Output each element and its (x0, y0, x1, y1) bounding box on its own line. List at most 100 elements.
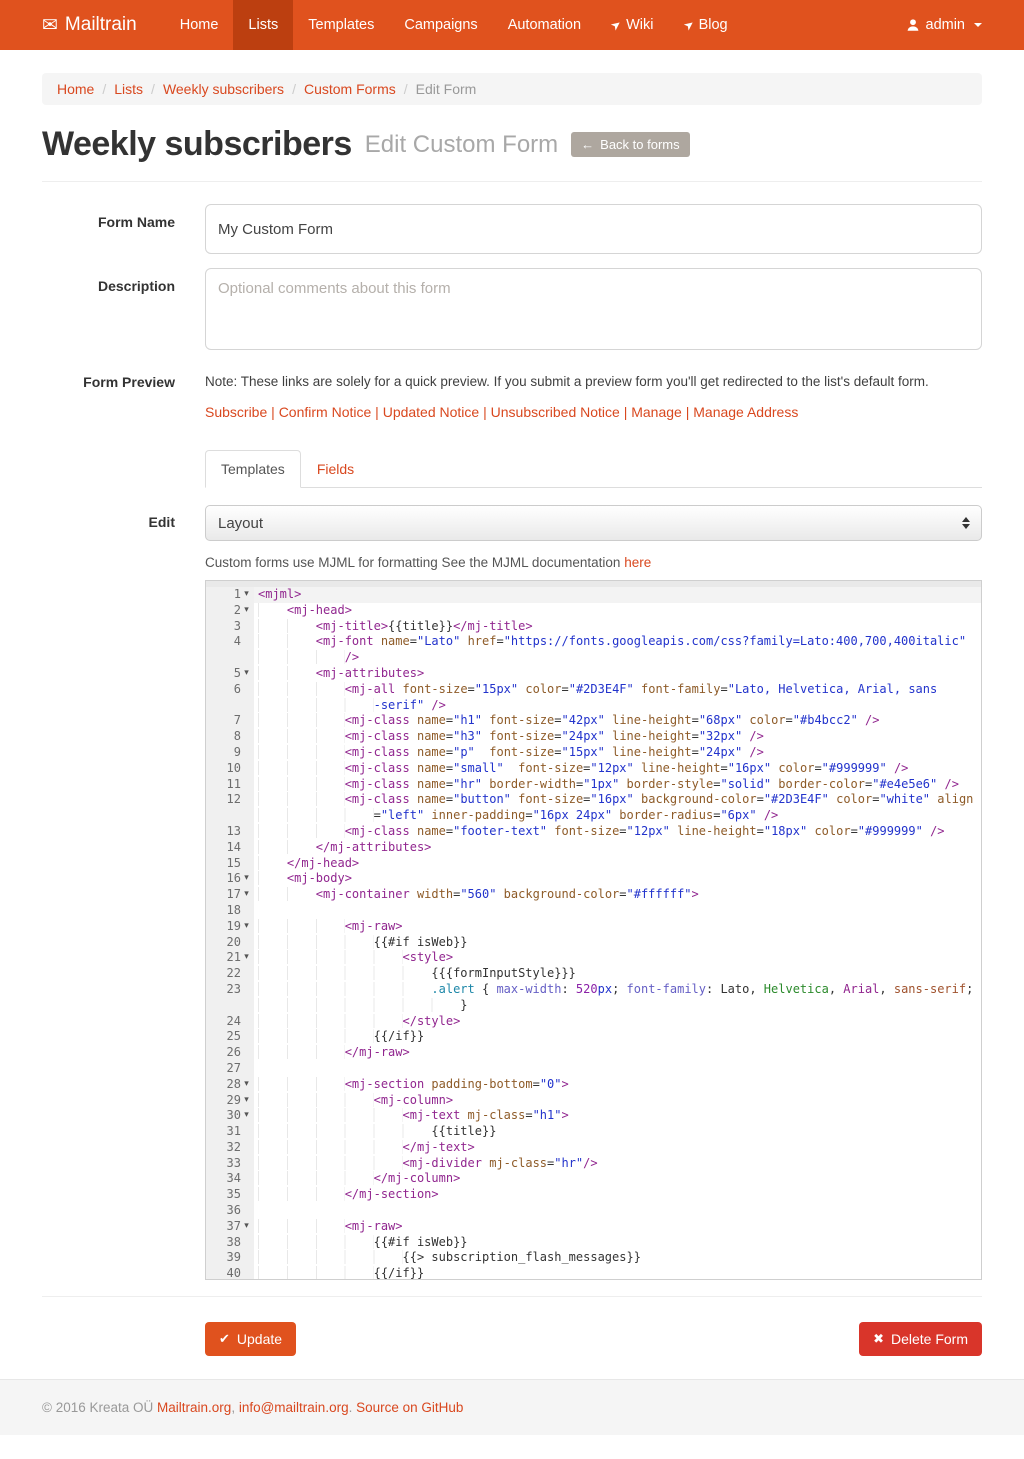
preview-note: Note: These links are solely for a quick… (205, 364, 982, 389)
code-row: 24 </style> (206, 1014, 981, 1030)
form-name-input[interactable] (205, 204, 982, 254)
code-row: 16▾ <mj-body> (206, 871, 981, 887)
description-textarea[interactable] (205, 268, 982, 350)
preview-link-updated-notice[interactable]: Updated Notice (371, 404, 479, 420)
form-preview-block: Note: These links are solely for a quick… (205, 364, 982, 420)
tab-templates[interactable]: Templates (205, 450, 301, 488)
action-bar: ✔ Update ✖ Delete Form (42, 1322, 982, 1356)
nav-item-campaigns[interactable]: Campaigns (389, 0, 492, 50)
fold-arrow-icon[interactable]: ▾ (241, 950, 252, 966)
envelope-icon: ✉ (42, 16, 58, 35)
code-row: 34 </mj-column> (206, 1171, 981, 1187)
fold-arrow-icon[interactable]: ▾ (241, 666, 252, 682)
fold-arrow-icon[interactable]: ▾ (241, 919, 252, 935)
nav-item-lists[interactable]: Lists (233, 0, 293, 50)
nav-item-automation[interactable]: Automation (493, 0, 596, 50)
user-icon (906, 18, 920, 32)
code-row: 10 <mj-class name="small" font-size="12p… (206, 761, 981, 777)
code-row: 27 (206, 1061, 981, 1077)
code-row: 32 </mj-text> (206, 1140, 981, 1156)
form-name-row: Form Name (42, 204, 982, 254)
edit-label: Edit (42, 505, 175, 541)
page-subtitle: Edit Custom Form (365, 131, 558, 159)
preview-link-subscribe[interactable]: Subscribe (205, 404, 267, 420)
back-to-forms-button[interactable]: ← Back to forms (571, 132, 689, 157)
edit-row: Edit Layout (42, 505, 982, 541)
brand-label: Mailtrain (65, 14, 137, 36)
fold-arrow-icon[interactable]: ▾ (241, 1077, 252, 1093)
code-row: 6 <mj-all font-size="15px" color="#2D3E4… (206, 682, 981, 698)
breadcrumb-custom-forms[interactable]: Custom Forms (284, 81, 396, 97)
forward-arrow-icon: ➤ (608, 16, 625, 33)
breadcrumb-lists[interactable]: Lists (94, 81, 143, 97)
preview-link-confirm-notice[interactable]: Confirm Notice (267, 404, 371, 420)
code-row: 22 {{{formInputStyle}}} (206, 966, 981, 982)
code-row: 15 </mj-head> (206, 856, 981, 872)
code-row: 4 <mj-font name="Lato" href="https://fon… (206, 634, 981, 650)
nav-menu: Home Lists Templates Campaigns Automatio… (165, 0, 743, 50)
code-row: 3 <mj-title>{{title}}</mj-title> (206, 619, 981, 635)
tab-fields[interactable]: Fields (301, 450, 370, 488)
code-row: 9 <mj-class name="p" font-size="15px" li… (206, 745, 981, 761)
fold-arrow-icon[interactable]: ▾ (241, 1219, 252, 1235)
code-row: 31 {{title}} (206, 1124, 981, 1140)
code-row: 28▾ <mj-section padding-bottom="0"> (206, 1077, 981, 1093)
brand-mailtrain[interactable]: ✉ Mailtrain (0, 0, 147, 50)
tab-bar: Templates Fields (205, 450, 982, 488)
code-row: 2▾ <mj-head> (206, 603, 981, 619)
fold-arrow-icon[interactable]: ▾ (241, 887, 252, 903)
user-menu[interactable]: admin (891, 0, 1024, 50)
select-carets-icon (962, 517, 970, 529)
breadcrumb-weekly-subscribers[interactable]: Weekly subscribers (143, 81, 284, 97)
email-link[interactable]: info@mailtrain.org (239, 1400, 349, 1415)
code-row: 40 {{/if}} (206, 1266, 981, 1280)
code-row: 17▾ <mj-container width="560" background… (206, 887, 981, 903)
form-preview-row: Form Preview Note: These links are solel… (42, 364, 982, 420)
code-row: 11 <mj-class name="hr" border-width="1px… (206, 777, 981, 793)
fold-arrow-icon[interactable]: ▾ (241, 603, 252, 619)
description-label: Description (42, 268, 175, 350)
x-icon: ✖ (873, 1331, 884, 1347)
divider (42, 181, 982, 182)
breadcrumb-home[interactable]: Home (57, 81, 94, 97)
code-row: 36 (206, 1203, 981, 1219)
nav-item-blog[interactable]: ➤ Blog (669, 0, 743, 50)
fold-arrow-icon[interactable]: ▾ (241, 1093, 252, 1109)
breadcrumb-edit-form: Edit Form (396, 81, 477, 97)
code-row: 23 .alert { max-width: 520px; font-famil… (206, 982, 981, 998)
preview-link-unsubscribed-notice[interactable]: Unsubscribed Notice (479, 404, 620, 420)
code-row: 7 <mj-class name="h1" font-size="42px" l… (206, 713, 981, 729)
code-rows: 1▾<mjml>2▾ <mj-head>3 <mj-title>{{title}… (206, 587, 981, 1280)
fold-arrow-icon[interactable]: ▾ (241, 1108, 252, 1124)
description-row: Description (42, 268, 982, 350)
forward-arrow-icon: ➤ (680, 16, 697, 33)
code-row: 5▾ <mj-attributes> (206, 666, 981, 682)
update-button[interactable]: ✔ Update (205, 1322, 296, 1356)
mjml-docs-link[interactable]: here (624, 555, 651, 570)
mjml-help-text: Custom forms use MJML for formatting See… (205, 555, 982, 570)
github-link[interactable]: Source on GitHub (356, 1400, 463, 1415)
code-row: 30▾ <mj-text mj-class="h1"> (206, 1108, 981, 1124)
nav-item-wiki[interactable]: ➤ Wiki (596, 0, 668, 50)
code-row: 29▾ <mj-column> (206, 1093, 981, 1109)
code-row: 19▾ <mj-raw> (206, 919, 981, 935)
code-row: 12 <mj-class name="button" font-size="16… (206, 792, 981, 808)
preview-link-manage[interactable]: Manage (620, 404, 682, 420)
fold-arrow-icon[interactable]: ▾ (241, 587, 252, 603)
code-row: 13 <mj-class name="footer-text" font-siz… (206, 824, 981, 840)
code-row: 35 </mj-section> (206, 1187, 981, 1203)
form-name-label: Form Name (42, 204, 175, 254)
page-header: Weekly subscribers Edit Custom Form ← Ba… (42, 125, 982, 164)
code-row: } (206, 998, 981, 1014)
left-arrow-icon: ← (581, 137, 594, 152)
breadcrumb: HomeListsWeekly subscribersCustom FormsE… (42, 73, 982, 105)
mailtrain-org-link[interactable]: Mailtrain.org (157, 1400, 231, 1415)
mjml-code-editor[interactable]: 1▾<mjml>2▾ <mj-head>3 <mj-title>{{title}… (205, 580, 982, 1280)
code-row: 39 {{> subscription_flash_messages}} (206, 1250, 981, 1266)
nav-item-templates[interactable]: Templates (293, 0, 389, 50)
fold-arrow-icon[interactable]: ▾ (241, 871, 252, 887)
preview-link-manage-address[interactable]: Manage Address (682, 404, 799, 420)
delete-form-button[interactable]: ✖ Delete Form (859, 1322, 982, 1356)
edit-template-select[interactable]: Layout (205, 505, 982, 541)
nav-item-home[interactable]: Home (165, 0, 234, 50)
